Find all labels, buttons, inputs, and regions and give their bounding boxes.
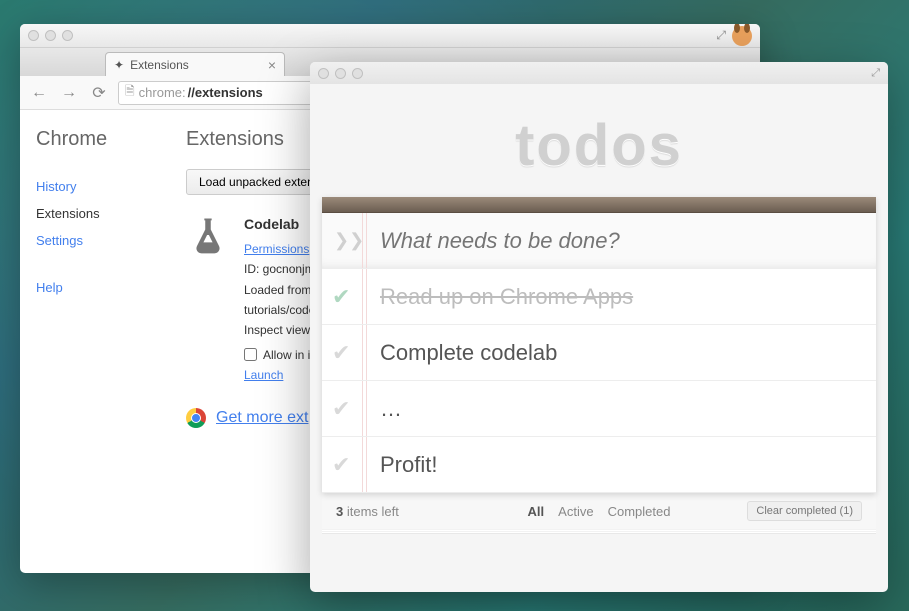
extension-id: ID: gocnonjm	[244, 259, 317, 279]
filter-active[interactable]: Active	[558, 504, 593, 519]
todo-item: ✔ Profit!	[322, 437, 876, 493]
close-traffic-light[interactable]	[318, 68, 329, 79]
launch-link[interactable]: Launch	[244, 368, 283, 382]
loaded-from-label: Loaded from:	[244, 280, 317, 300]
back-button[interactable]: ←	[28, 82, 50, 104]
forward-button[interactable]: →	[58, 82, 80, 104]
check-icon[interactable]: ✔	[332, 284, 350, 310]
chrome-brand: Chrome	[36, 128, 154, 151]
chrome-titlebar: ⤢	[20, 24, 760, 48]
flask-icon	[186, 213, 230, 386]
todo-item-label[interactable]: …	[380, 396, 402, 422]
todo-item-label[interactable]: Profit!	[380, 452, 437, 478]
load-unpacked-button[interactable]: Load unpacked exten	[186, 169, 327, 195]
new-todo-input[interactable]	[380, 228, 860, 254]
allow-incognito-checkbox[interactable]	[244, 348, 257, 361]
filter-all[interactable]: All	[528, 504, 545, 519]
sidebar-item-help[interactable]: Help	[36, 274, 154, 301]
sidebar-item-extensions[interactable]: Extensions	[36, 200, 154, 227]
extension-name: Codelab	[244, 213, 317, 237]
todo-titlebar: ⤢	[310, 62, 888, 84]
url-scheme: chrome:	[139, 85, 186, 100]
todo-item-label[interactable]: Complete codelab	[380, 340, 557, 366]
todo-item-label[interactable]: Read up on Chrome Apps	[380, 284, 633, 310]
todo-band	[322, 197, 876, 213]
reload-button[interactable]: ⟳	[88, 82, 110, 104]
filter-group: All Active Completed	[528, 504, 671, 519]
fullscreen-icon[interactable]: ⤢	[871, 67, 880, 80]
browser-tab[interactable]: ✦ Extensions ×	[105, 52, 285, 76]
fullscreen-icon[interactable]: ⤢	[716, 28, 726, 43]
todo-item: ✔ Complete codelab	[322, 325, 876, 381]
clear-completed-button[interactable]: Clear completed (1)	[747, 501, 862, 521]
sidebar-item-settings[interactable]: Settings	[36, 227, 154, 254]
minimize-traffic-light[interactable]	[335, 68, 346, 79]
toggle-all-icon[interactable]: ❯❯	[334, 230, 364, 251]
extension-details: Codelab Permissions ID: gocnonjm Loaded …	[244, 213, 317, 386]
get-more-extensions-link[interactable]: Get more ext	[216, 409, 308, 427]
zoom-traffic-light[interactable]	[62, 30, 73, 41]
check-icon[interactable]: ✔	[332, 396, 350, 422]
check-icon[interactable]: ✔	[332, 452, 350, 478]
filter-completed[interactable]: Completed	[608, 504, 671, 519]
todo-logo: todos	[310, 112, 888, 179]
todo-item: ✔ …	[322, 381, 876, 437]
todo-item: ✔ Read up on Chrome Apps	[322, 269, 876, 325]
new-todo-row: ❯❯	[322, 213, 876, 269]
inspect-views-label: Inspect views	[244, 320, 317, 340]
todo-card: ❯❯ ✔ Read up on Chrome Apps ✔ Complete c…	[322, 197, 876, 493]
loaded-from-path: tutorials/code	[244, 300, 317, 320]
check-icon[interactable]: ✔	[332, 340, 350, 366]
todo-count: 3 items left	[336, 504, 399, 519]
chrome-sidebar: Chrome History Extensions Settings Help	[20, 110, 170, 573]
close-tab-icon[interactable]: ×	[268, 57, 276, 73]
url-path: //extensions	[188, 85, 263, 100]
permissions-link[interactable]: Permissions	[244, 242, 309, 256]
zoom-traffic-light[interactable]	[352, 68, 363, 79]
todo-footer: 3 items left All Active Completed Clear …	[322, 493, 876, 529]
page-icon: 🗎	[125, 82, 135, 103]
minimize-traffic-light[interactable]	[45, 30, 56, 41]
puzzle-icon: ✦	[114, 58, 124, 72]
sidebar-item-history[interactable]: History	[36, 173, 154, 200]
profile-avatar-icon[interactable]	[732, 26, 752, 46]
todo-header: todos	[310, 84, 888, 197]
close-traffic-light[interactable]	[28, 30, 39, 41]
chrome-logo-icon	[186, 408, 206, 428]
allow-incognito-label: Allow in in	[263, 345, 317, 365]
tab-title: Extensions	[130, 58, 189, 72]
todo-app-window: ⤢ todos ❯❯ ✔ Read up on Chrome Apps ✔ Co…	[310, 62, 888, 592]
